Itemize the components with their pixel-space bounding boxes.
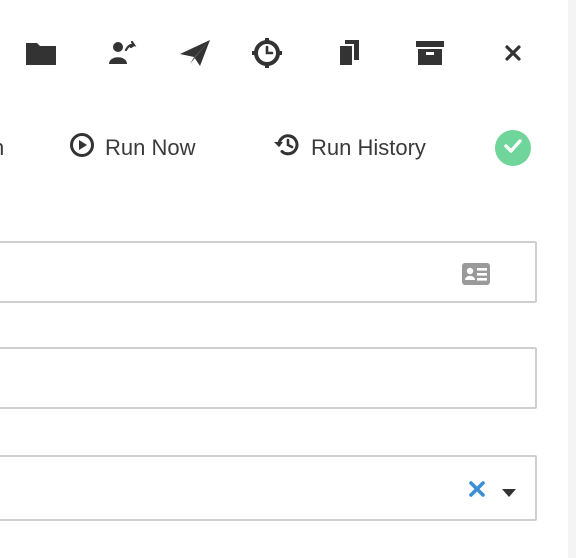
status-success-badge[interactable] — [495, 130, 531, 166]
text-input[interactable] — [8, 349, 442, 409]
share-user-icon[interactable] — [101, 32, 143, 74]
archive-icon[interactable] — [409, 32, 451, 74]
content-panel: n Run Now Run History — [0, 0, 569, 558]
run-now-button[interactable]: Run Now — [69, 130, 195, 166]
copy-icon[interactable] — [328, 32, 370, 74]
contact-field — [0, 241, 537, 303]
contact-input[interactable] — [8, 243, 442, 303]
play-circle-icon — [69, 132, 95, 164]
text-field — [0, 347, 537, 409]
run-now-label: Run Now — [105, 135, 196, 160]
history-icon — [273, 132, 301, 164]
clipped-action-button[interactable]: n — [0, 130, 8, 166]
run-history-button[interactable]: Run History — [273, 130, 426, 166]
select-field[interactable] — [0, 455, 537, 521]
paper-plane-icon[interactable] — [174, 32, 216, 74]
clear-selection-icon[interactable] — [467, 479, 487, 499]
close-icon[interactable] — [492, 32, 534, 74]
folder-icon[interactable] — [20, 32, 62, 74]
clock-icon[interactable] — [246, 32, 288, 74]
check-icon — [503, 138, 523, 159]
run-history-label: Run History — [311, 135, 426, 160]
clipped-action-label: n — [0, 135, 4, 161]
scrollbar-gutter — [568, 0, 576, 558]
contact-card-icon[interactable] — [461, 262, 491, 286]
chevron-down-icon[interactable] — [501, 485, 517, 497]
select-input[interactable] — [8, 457, 442, 521]
